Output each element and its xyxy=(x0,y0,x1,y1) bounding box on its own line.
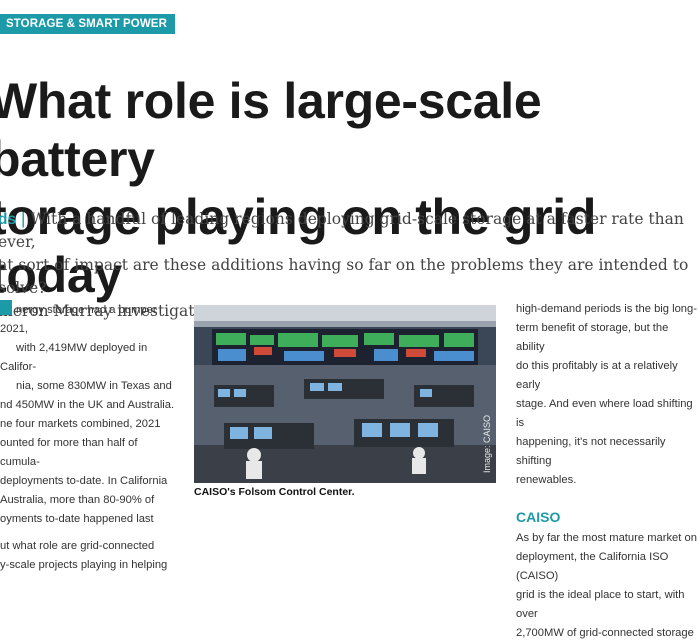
photo-caption: CAISO's Folsom Control Center. xyxy=(194,486,355,498)
body-line: ut what role are grid-connected xyxy=(0,540,155,552)
body-line: high-demand periods is the big long- xyxy=(516,303,697,315)
body-line: with 2,419MW deployed in Califor- xyxy=(0,342,148,373)
standfirst-divider: | xyxy=(21,209,26,228)
body-line: stage. And even where load shifting is xyxy=(516,398,693,429)
section-tag: STORAGE & SMART POWER xyxy=(0,14,175,34)
body-line: nia, some 830MW in Texas and xyxy=(16,380,172,392)
body-line: nd 450MW in the UK and Australia. xyxy=(0,399,175,411)
body-line xyxy=(0,529,178,537)
body-line: 2,700MW of grid-connected storage xyxy=(516,627,694,639)
body-line: do this profitably is at a relatively ea… xyxy=(516,360,678,391)
body-line: nergy storage had a bumper 2021, xyxy=(0,300,178,339)
standfirst-text-1: With a handful of leading regions deploy… xyxy=(0,210,684,251)
standfirst-lead: ds xyxy=(0,211,17,228)
body-line: renewables. xyxy=(516,474,577,486)
body-line: y-scale projects playing in helping xyxy=(0,559,168,571)
photo-illustration xyxy=(194,305,496,483)
headline-line-1: What role is large-scale battery xyxy=(0,73,542,187)
body-line: deployments to-date. In California xyxy=(0,475,168,487)
body-line: deployment, the California ISO (CAISO) xyxy=(516,551,669,582)
drop-cap xyxy=(0,300,12,315)
body-line: term benefit of storage, but the ability xyxy=(516,322,669,353)
body-line: grid is the ideal place to start, with o… xyxy=(516,589,685,620)
body-line: As by far the most mature market on xyxy=(516,532,697,544)
body-line: ounted for more than half of cumula- xyxy=(0,437,138,468)
body-line: ne four markets combined, 2021 xyxy=(0,418,161,430)
body-line: happening, it's not necessarily shifting xyxy=(516,436,666,467)
right-column: high-demand periods is the big long- ter… xyxy=(516,300,700,643)
left-column: nergy storage had a bumper 2021, with 2,… xyxy=(0,300,178,575)
standfirst-text-2: at sort of impact are these additions ha… xyxy=(0,256,689,297)
photo-credit: Image: CAISO xyxy=(482,414,492,473)
body-line: oyments to-date happened last xyxy=(0,513,154,525)
section-heading: CAISO xyxy=(516,509,561,525)
control-center-photo: Image: CAISO xyxy=(194,305,496,483)
body-line: Australia, more than 80-90% of xyxy=(0,494,155,506)
